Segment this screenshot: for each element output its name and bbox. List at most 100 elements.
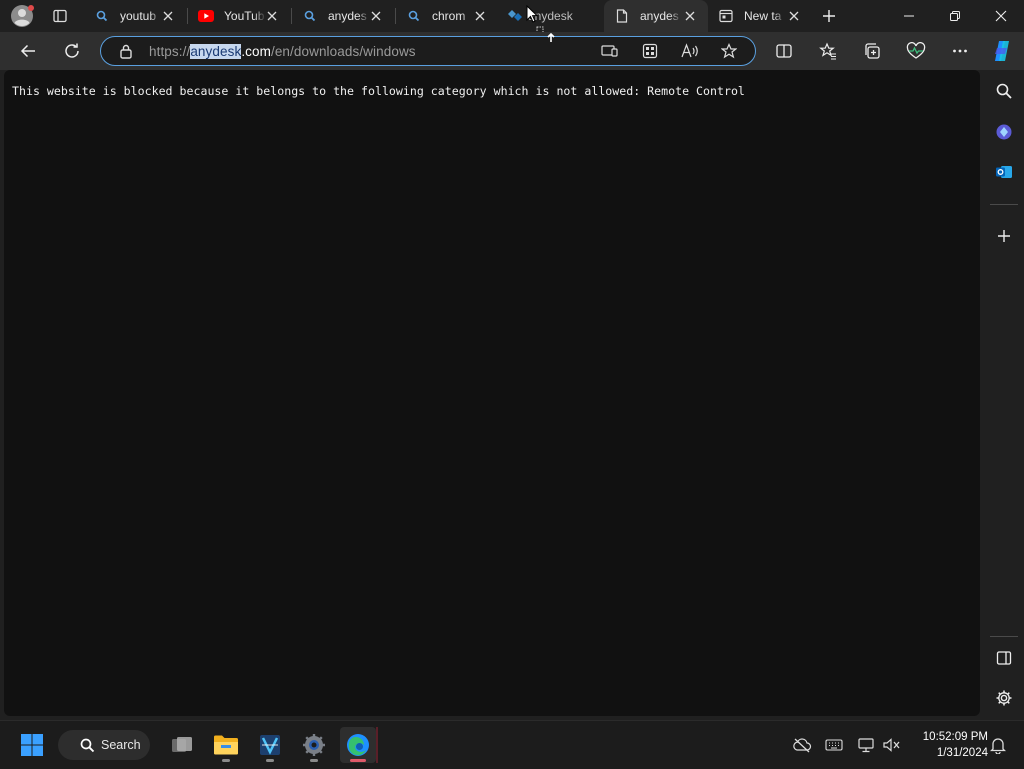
close-window-button[interactable] bbox=[978, 0, 1024, 32]
tab-anydesk-download[interactable]: anydes bbox=[604, 0, 708, 32]
favorite-star-icon[interactable] bbox=[721, 43, 737, 59]
active-app-indicator bbox=[350, 759, 366, 762]
close-tab-icon[interactable] bbox=[472, 8, 488, 24]
folder-icon bbox=[214, 735, 238, 755]
outlook-icon bbox=[996, 166, 1012, 178]
task-view-icon bbox=[172, 737, 192, 752]
url-scheme: https:// bbox=[149, 44, 191, 59]
minimize-icon bbox=[904, 15, 914, 17]
volume-muted-icon[interactable] bbox=[882, 735, 902, 755]
refresh-icon bbox=[65, 43, 79, 58]
lock-icon[interactable] bbox=[119, 43, 133, 59]
apps-grid-icon[interactable] bbox=[642, 43, 658, 59]
sidebar-search-button[interactable] bbox=[990, 77, 1018, 105]
page-icon bbox=[614, 8, 630, 24]
edge-sidebar bbox=[984, 70, 1024, 716]
browser-toolbar: https://anydesk.com/en/downloads/windows bbox=[0, 32, 1024, 70]
settings-app-button[interactable] bbox=[296, 727, 332, 763]
running-indicator bbox=[266, 759, 274, 762]
tab-title: YouTub bbox=[224, 9, 265, 23]
taskbar-search-button[interactable]: Search bbox=[58, 730, 150, 760]
start-button[interactable] bbox=[14, 727, 50, 763]
tab-youtube[interactable]: YouTub bbox=[188, 0, 290, 32]
collections-button[interactable] bbox=[856, 35, 888, 67]
search-icon bbox=[996, 83, 1012, 99]
back-button[interactable] bbox=[12, 35, 44, 67]
app-available-icon[interactable] bbox=[601, 43, 619, 59]
plus-icon bbox=[823, 10, 835, 22]
collections-icon bbox=[865, 43, 880, 59]
search-icon bbox=[80, 738, 95, 752]
url-selected-text: anydesk bbox=[190, 44, 242, 59]
favorites-icon bbox=[819, 42, 836, 60]
edge-app-button[interactable] bbox=[340, 727, 376, 763]
system-clock[interactable]: 10:52:09 PM 1/31/2024 bbox=[904, 729, 988, 761]
gear-icon bbox=[303, 734, 325, 756]
file-explorer-button[interactable] bbox=[208, 727, 244, 763]
tab-youtube-search[interactable]: youtub bbox=[84, 0, 186, 32]
favorites-button[interactable] bbox=[812, 35, 844, 67]
page-content: This website is blocked because it belon… bbox=[4, 70, 980, 716]
search-icon bbox=[406, 8, 422, 24]
clock-date: 1/31/2024 bbox=[936, 747, 988, 759]
tab-title: New ta bbox=[744, 9, 782, 23]
sidebar-settings-button[interactable] bbox=[990, 684, 1018, 712]
tab-title: youtub bbox=[120, 9, 157, 23]
split-screen-button[interactable] bbox=[768, 35, 800, 67]
tab-new-tab[interactable]: New ta bbox=[708, 0, 812, 32]
tab-actions-icon bbox=[53, 9, 67, 23]
sidebar-outlook-button[interactable] bbox=[990, 158, 1018, 186]
copilot-button[interactable] bbox=[986, 35, 1018, 67]
more-dots-icon bbox=[953, 49, 967, 53]
url-text[interactable]: https://anydesk.com/en/downloads/windows bbox=[149, 44, 416, 59]
close-tab-icon[interactable] bbox=[786, 8, 802, 24]
search-icon bbox=[302, 8, 318, 24]
keyboard-icon[interactable] bbox=[824, 735, 844, 755]
hide-sidebar-button[interactable] bbox=[990, 644, 1018, 672]
onedrive-offline-icon[interactable] bbox=[792, 735, 812, 755]
close-tab-icon[interactable] bbox=[160, 8, 176, 24]
sidebar-toggle-icon bbox=[996, 651, 1012, 665]
tab-title: anydes bbox=[328, 9, 367, 23]
notifications-bell-icon[interactable] bbox=[988, 735, 1008, 755]
sidebar-divider bbox=[990, 636, 1018, 637]
refresh-button[interactable] bbox=[56, 35, 88, 67]
restore-button[interactable] bbox=[932, 0, 978, 32]
sidebar-copilot-button[interactable] bbox=[990, 118, 1018, 146]
sidebar-add-button[interactable] bbox=[990, 222, 1018, 250]
read-aloud-icon[interactable] bbox=[681, 43, 699, 59]
gear-icon bbox=[996, 690, 1012, 706]
blocked-message: This website is blocked because it belon… bbox=[12, 84, 745, 98]
heart-pulse-icon bbox=[906, 42, 926, 59]
minimize-button[interactable] bbox=[886, 0, 932, 32]
tab-title: chrom bbox=[432, 9, 466, 23]
search-icon bbox=[94, 8, 110, 24]
profile-icon bbox=[11, 5, 34, 27]
task-view-button[interactable] bbox=[164, 727, 200, 763]
browser-essentials-button[interactable] bbox=[900, 35, 932, 67]
tab-chrome-search[interactable]: chrom bbox=[396, 0, 498, 32]
anydesk-icon bbox=[508, 10, 522, 21]
url-domain-suffix: .com bbox=[241, 44, 271, 59]
copilot-sidebar-icon bbox=[996, 124, 1012, 140]
tab-actions-button[interactable] bbox=[50, 6, 70, 26]
taskbar-search-label: Search bbox=[101, 738, 141, 752]
new-tab-button[interactable] bbox=[818, 5, 840, 27]
settings-more-button[interactable] bbox=[944, 35, 976, 67]
tab-anydesk-search[interactable]: anydes bbox=[292, 0, 394, 32]
tab-title: anydes bbox=[640, 9, 679, 23]
restore-icon bbox=[950, 11, 960, 21]
kdenlive-app-button[interactable] bbox=[252, 727, 288, 763]
network-icon[interactable] bbox=[856, 735, 876, 755]
close-tab-icon[interactable] bbox=[264, 8, 280, 24]
address-bar[interactable]: https://anydesk.com/en/downloads/windows bbox=[100, 36, 756, 66]
close-tab-icon[interactable] bbox=[368, 8, 384, 24]
dragged-tab-ghost: anydesk bbox=[508, 4, 573, 28]
plus-icon bbox=[998, 230, 1010, 242]
tab-strip: youtub YouTub anydes chrom anydesk anyde… bbox=[0, 0, 1024, 42]
profile-avatar[interactable] bbox=[10, 4, 34, 28]
close-tab-icon[interactable] bbox=[682, 8, 698, 24]
youtube-icon bbox=[198, 8, 214, 24]
copilot-icon bbox=[995, 41, 1009, 61]
drop-arrow-icon bbox=[547, 33, 555, 42]
